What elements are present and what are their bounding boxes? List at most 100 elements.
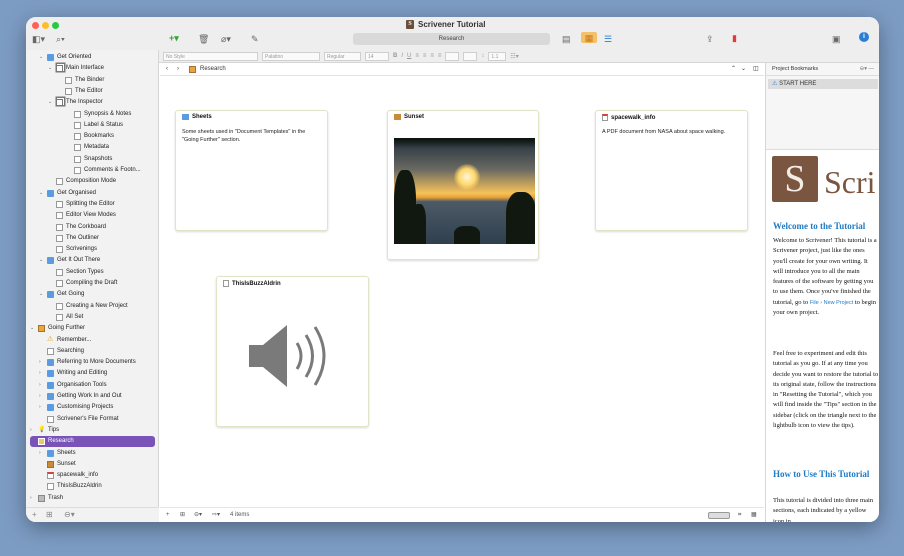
binder-item[interactable]: › Getting Work In and Out xyxy=(26,391,159,402)
binder-item[interactable]: ⌄ Research xyxy=(30,436,155,448)
search-menu-icon[interactable]: ⌕▾ xyxy=(56,33,65,45)
inspector-options-icon[interactable]: ⊖▾ — xyxy=(860,63,874,76)
binder-item[interactable]: Comments & Footn... xyxy=(26,165,159,176)
inspector-info-icon[interactable]: i xyxy=(859,32,869,42)
align-right-icon[interactable]: ≡ xyxy=(430,53,434,59)
index-card-sheets[interactable]: Sheets Some sheets used in "Document Tem… xyxy=(175,110,328,231)
zoom-window-button[interactable] xyxy=(52,22,59,29)
binder-item[interactable]: Label & Status xyxy=(26,120,159,131)
binder-item[interactable]: › Sheets xyxy=(26,448,159,459)
binder-item[interactable]: Composition Mode xyxy=(26,176,159,187)
toolbar-search-field[interactable]: Research xyxy=(353,33,550,45)
underline-button[interactable]: U xyxy=(407,53,411,59)
binder-item[interactable]: › 💡 Tips xyxy=(26,425,159,436)
edit-icon[interactable]: ✎ xyxy=(251,33,259,45)
binder-item[interactable]: ⌄ Get Going xyxy=(26,289,159,300)
binder-item[interactable]: The Outliner xyxy=(26,233,159,244)
binder-item[interactable]: Metadata xyxy=(26,142,159,153)
disclosure-chevron-icon[interactable]: › xyxy=(39,357,41,368)
line-spacing-select[interactable]: 1.1 xyxy=(488,51,507,61)
bold-button[interactable]: B xyxy=(393,53,397,59)
grid-icon[interactable]: ▦ xyxy=(751,508,757,522)
label-icon[interactable]: ⇨▾ xyxy=(212,508,220,522)
nav-down-icon[interactable]: ⌄ xyxy=(741,63,746,76)
binder-item[interactable]: ⌄ Get Oriented xyxy=(26,52,159,63)
binder-item[interactable]: ⌄ The Inspector xyxy=(26,97,159,108)
composition-mode-icon[interactable]: ▣ xyxy=(832,33,841,45)
binder-item[interactable]: Sunset xyxy=(26,459,159,470)
disclosure-chevron-icon[interactable]: ⌄ xyxy=(48,97,52,108)
disclosure-chevron-icon[interactable]: ⌄ xyxy=(39,289,43,300)
binder-item[interactable]: Scrivenings xyxy=(26,244,159,255)
corkboard-view-icon[interactable]: ▦ xyxy=(581,32,597,43)
disclosure-chevron-icon[interactable]: ⌄ xyxy=(48,63,52,74)
disclosure-chevron-icon[interactable]: › xyxy=(39,380,41,391)
italic-button[interactable]: I xyxy=(401,53,403,59)
size-select[interactable]: 14 xyxy=(365,51,389,61)
paperclip-icon[interactable]: ⌀▾ xyxy=(221,33,231,45)
index-card-spacewalk[interactable]: spacewalk_info A PDF document from NASA … xyxy=(595,110,748,231)
binder-item[interactable]: Splitting the Editor xyxy=(26,199,159,210)
binder-item[interactable]: Bookmarks xyxy=(26,131,159,142)
index-card-buzz-aldrin[interactable]: ThisIsBuzzAldrin xyxy=(216,276,369,427)
binder-item[interactable]: ⌄ Main Interface xyxy=(26,63,159,74)
forward-arrow-icon[interactable]: › xyxy=(177,63,179,76)
binder-item[interactable]: The Corkboard xyxy=(26,222,159,233)
disclosure-chevron-icon[interactable]: › xyxy=(39,402,41,413)
binder-item[interactable]: Section Types xyxy=(26,267,159,278)
split-editor-icon[interactable]: ◫ xyxy=(753,63,759,76)
binder-item[interactable]: › Organisation Tools xyxy=(26,380,159,391)
binder-item[interactable]: › Writing and Editing xyxy=(26,368,159,379)
binder-item[interactable]: ⚠ Remember... xyxy=(26,335,159,346)
scrivenings-view-icon[interactable]: ▤ xyxy=(562,33,571,45)
binder-item[interactable]: Editor View Modes xyxy=(26,210,159,221)
disclosure-chevron-icon[interactable]: › xyxy=(30,425,32,436)
sidebar-toggle-icon[interactable]: ◧▾ xyxy=(32,33,45,45)
align-left-icon[interactable]: ≡ xyxy=(415,53,419,59)
highlight-color-select[interactable] xyxy=(463,51,478,61)
font-select[interactable]: Palatino xyxy=(262,51,320,61)
line-spacing-icon[interactable]: ↕ xyxy=(481,53,484,59)
add-card-icon[interactable]: + xyxy=(166,508,170,522)
align-center-icon[interactable]: ≡ xyxy=(423,53,427,59)
binder-item[interactable]: Searching xyxy=(26,346,159,357)
disclosure-chevron-icon[interactable]: › xyxy=(39,368,41,379)
binder-item[interactable]: spacewalk_info xyxy=(26,470,159,481)
binder-item[interactable]: ⌄ Get Organised xyxy=(26,188,159,199)
disclosure-chevron-icon[interactable]: ⌄ xyxy=(30,323,34,334)
align-justify-icon[interactable]: ≡ xyxy=(438,53,442,59)
disclosure-chevron-icon[interactable]: › xyxy=(30,493,32,504)
add-folder-icon[interactable]: ⊞ xyxy=(180,508,185,522)
binder-item[interactable]: ⌄ Get It Out There xyxy=(26,255,159,266)
binder-options-icon[interactable]: ⊖▾ xyxy=(64,510,75,519)
binder-item[interactable]: Compiling the Draft xyxy=(26,278,159,289)
add-item-icon[interactable]: + xyxy=(32,510,37,519)
outliner-view-icon[interactable]: ☰ xyxy=(604,33,612,45)
close-window-button[interactable] xyxy=(32,22,39,29)
disclosure-chevron-icon[interactable]: ⌄ xyxy=(39,255,43,266)
options-icon[interactable]: ⊖▾ xyxy=(194,508,202,522)
binder-item[interactable]: Creating a New Project xyxy=(26,301,159,312)
trash-icon[interactable]: 🗑 xyxy=(198,33,209,45)
card-view-toggle[interactable] xyxy=(708,512,730,519)
disclosure-chevron-icon[interactable]: ⌄ xyxy=(39,188,43,199)
binder-item[interactable]: The Binder xyxy=(26,75,159,86)
new-project-link[interactable]: File › New Project xyxy=(810,300,853,306)
add-folder-icon[interactable]: ⊞ xyxy=(46,510,53,519)
binder-item[interactable]: Scrivener's File Format xyxy=(26,414,159,425)
binder-item[interactable]: ⌄ Going Further xyxy=(26,323,159,334)
minimize-window-button[interactable] xyxy=(42,22,49,29)
list-icon[interactable]: ☷▾ xyxy=(510,53,518,60)
weight-select[interactable]: Regular xyxy=(324,51,361,61)
text-color-select[interactable] xyxy=(445,51,460,61)
disclosure-chevron-icon[interactable]: ⌄ xyxy=(30,436,34,447)
disclosure-chevron-icon[interactable]: › xyxy=(39,391,41,402)
binder-item[interactable]: All Set xyxy=(26,312,159,323)
back-arrow-icon[interactable]: ‹ xyxy=(166,63,168,76)
bookmark-start-here[interactable]: ⚠ START HERE xyxy=(768,79,878,89)
share-icon[interactable]: ⇪ xyxy=(706,33,714,45)
disclosure-chevron-icon[interactable]: › xyxy=(39,448,41,459)
style-select[interactable]: No Style xyxy=(163,51,258,61)
binder-item[interactable]: ThisIsBuzzAldrin xyxy=(26,481,159,492)
binder-item[interactable]: Synopsis & Notes xyxy=(26,109,159,120)
